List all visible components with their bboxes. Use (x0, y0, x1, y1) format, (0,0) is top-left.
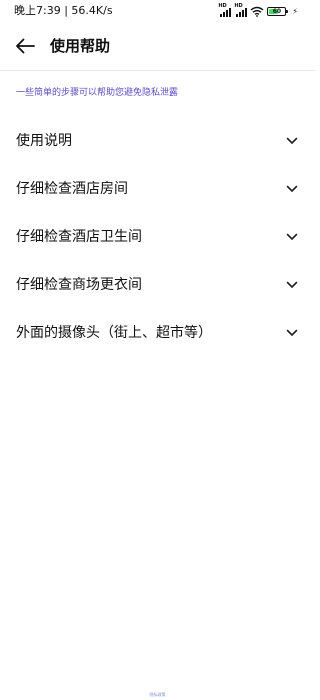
hd-label: HD (234, 2, 243, 9)
help-screen: 晚上7:39 | 56.4K/s HD HD 60 ⚡ 使用帮助 一些简单的步骤… (0, 0, 315, 700)
status-icons: HD HD 60 ⚡ (218, 2, 298, 17)
status-separator: | (64, 4, 68, 17)
wifi-icon (250, 6, 264, 17)
charging-icon: ⚡ (292, 6, 298, 16)
help-item-instructions[interactable]: 使用说明 (0, 117, 315, 165)
chevron-down-icon (286, 233, 298, 240)
status-time: 晚上7:39 (14, 4, 61, 17)
status-left: 晚上7:39 | 56.4K/s (14, 4, 113, 18)
chevron-down-icon (286, 281, 298, 288)
help-item-label: 仔细检查商场更衣间 (16, 277, 142, 293)
chevron-down-icon (286, 185, 298, 192)
help-list: 使用说明 仔细检查酒店房间 仔细检查酒店卫生间 仔细检查商场更衣间 外面的摄像头… (0, 117, 315, 357)
help-item-label: 使用说明 (16, 133, 72, 149)
help-item-outdoor-cameras[interactable]: 外面的摄像头（街上、超市等） (0, 309, 315, 357)
help-item-fitting-room[interactable]: 仔细检查商场更衣间 (0, 261, 315, 309)
signal-icon: HD (218, 2, 232, 17)
status-bar: 晚上7:39 | 56.4K/s HD HD 60 ⚡ (0, 0, 315, 24)
privacy-hint: 一些简单的步骤可以帮助您避免隐私泄露 (16, 88, 179, 98)
arrow-left-icon (16, 38, 35, 54)
battery-level: 60 (272, 7, 282, 15)
chevron-down-icon (286, 329, 298, 336)
help-item-hotel-room[interactable]: 仔细检查酒店房间 (0, 165, 315, 213)
battery-icon: 60 (267, 6, 289, 16)
help-item-hotel-bathroom[interactable]: 仔细检查酒店卫生间 (0, 213, 315, 261)
signal-icon: HD (234, 2, 248, 17)
help-item-label: 外面的摄像头（街上、超市等） (16, 325, 212, 341)
help-item-label: 仔细检查酒店房间 (16, 181, 128, 197)
privacy-policy-link[interactable]: 隐私政策 (0, 692, 315, 697)
help-item-label: 仔细检查酒店卫生间 (16, 229, 142, 245)
back-button[interactable] (12, 34, 38, 58)
header-divider (0, 70, 315, 71)
hd-label: HD (218, 2, 227, 9)
page-title: 使用帮助 (50, 37, 111, 55)
app-header: 使用帮助 (0, 26, 315, 66)
chevron-down-icon (286, 137, 298, 144)
network-speed: 56.4K/s (71, 4, 113, 17)
